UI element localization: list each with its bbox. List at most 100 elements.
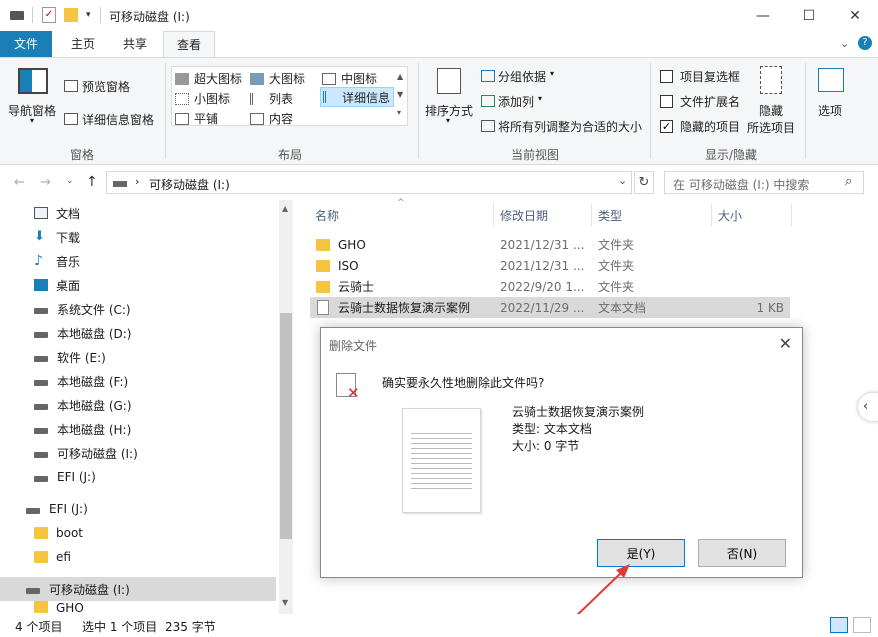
- details-option[interactable]: 详细信息: [320, 87, 394, 107]
- scroll-down-icon[interactable]: ▼: [282, 598, 288, 607]
- size-all-columns-button[interactable]: 将所有列调整为合适的大小: [498, 118, 642, 135]
- help-icon[interactable]: ?: [858, 36, 872, 50]
- no-button[interactable]: 否(N): [698, 539, 786, 567]
- details-pane-button[interactable]: 详细信息窗格: [82, 111, 154, 128]
- nav-section-removable[interactable]: 可移动磁盘 (I:): [0, 577, 276, 601]
- nav-item[interactable]: boot: [0, 521, 276, 545]
- preview-pane-button[interactable]: 预览窗格: [82, 78, 130, 95]
- nav-item[interactable]: ♪ 音乐: [0, 249, 276, 273]
- hide-selected-icon: [760, 66, 782, 94]
- up-arrow-icon[interactable]: ↑: [86, 174, 98, 190]
- nav-item[interactable]: 本地磁盘 (H:): [0, 417, 276, 441]
- column-divider[interactable]: [493, 203, 494, 227]
- checkbox-checked[interactable]: [660, 120, 673, 133]
- nav-item[interactable]: 本地磁盘 (F:): [0, 369, 276, 393]
- back-arrow-icon[interactable]: ←: [14, 175, 25, 190]
- properties-icon[interactable]: ✓: [42, 7, 56, 23]
- details-view-icon[interactable]: [830, 617, 848, 633]
- tab-file[interactable]: 文件: [0, 31, 52, 57]
- column-divider[interactable]: [711, 203, 712, 227]
- file-row[interactable]: ISO 2021/12/31 ... 文件夹: [310, 255, 790, 276]
- layout-scroll[interactable]: ▲ ▼ ▾: [397, 68, 403, 122]
- nav-item[interactable]: 桌面: [0, 273, 276, 297]
- chevron-down-icon: ▾: [538, 94, 543, 103]
- nav-item-label: 本地磁盘 (H:): [57, 422, 132, 437]
- hidden-items-toggle[interactable]: 隐藏的项目: [660, 118, 740, 135]
- options-icon: [818, 68, 844, 92]
- options-button[interactable]: 选项: [818, 102, 842, 119]
- column-divider[interactable]: [791, 203, 792, 227]
- breadcrumb[interactable]: 可移动磁盘 (I:): [149, 176, 230, 193]
- extra-large-icons-option[interactable]: 超大图标: [175, 70, 242, 87]
- side-panel-toggle-icon[interactable]: ‹: [858, 393, 878, 421]
- file-row[interactable]: 云骑士 2022/9/20 1... 文件夹: [310, 276, 790, 297]
- search-icon[interactable]: ⌕: [845, 174, 852, 189]
- tiles-option[interactable]: 平铺: [175, 110, 218, 127]
- address-bar[interactable]: › 可移动磁盘 (I:) ⌄: [106, 171, 632, 194]
- recent-locations-icon[interactable]: ⌄: [66, 176, 74, 186]
- nav-item[interactable]: 本地磁盘 (D:): [0, 321, 276, 345]
- nav-item[interactable]: efi: [0, 545, 276, 569]
- nav-scrollbar[interactable]: ▲ ▼: [279, 200, 293, 614]
- close-button[interactable]: ✕: [832, 0, 878, 31]
- nav-item-label: 桌面: [56, 278, 81, 293]
- forward-arrow-icon[interactable]: →: [40, 175, 51, 190]
- preview-pane-icon: [64, 80, 78, 92]
- group-by-button[interactable]: 分组依据: [498, 68, 546, 85]
- item-checkboxes-toggle[interactable]: 项目复选框: [660, 68, 740, 85]
- nav-item[interactable]: 文档: [0, 201, 276, 225]
- file-name: ISO: [338, 258, 359, 273]
- add-columns-button[interactable]: 添加列: [498, 93, 534, 110]
- collapse-ribbon-icon[interactable]: ⌄: [840, 37, 849, 50]
- address-dropdown-icon[interactable]: ⌄: [618, 174, 627, 187]
- tab-share[interactable]: 共享: [112, 31, 158, 57]
- drive-icon: [34, 379, 48, 386]
- column-header-size[interactable]: 大小: [718, 207, 742, 224]
- medium-icons-option[interactable]: 中图标: [322, 70, 377, 87]
- file-extensions-toggle[interactable]: 文件扩展名: [660, 93, 740, 110]
- minimize-button[interactable]: —: [740, 0, 786, 31]
- search-box[interactable]: 在 可移动磁盘 (I:) 中搜索 ⌕: [664, 171, 864, 194]
- nav-item[interactable]: 系统文件 (C:): [0, 297, 276, 321]
- dialog-close-icon[interactable]: ✕: [779, 334, 792, 353]
- nav-item[interactable]: GHO: [0, 601, 276, 613]
- tab-view[interactable]: 查看: [163, 31, 215, 58]
- file-row[interactable]: 云骑士数据恢复演示案例 2022/11/29 ... 文本文档 1 KB: [310, 297, 790, 318]
- checkbox[interactable]: [660, 95, 673, 108]
- column-header-type[interactable]: 类型: [598, 207, 622, 224]
- nav-item[interactable]: 本地磁盘 (G:): [0, 393, 276, 417]
- nav-item[interactable]: ⬇ 下载: [0, 225, 276, 249]
- column-header-name[interactable]: 名称: [315, 207, 339, 224]
- column-header-date[interactable]: 修改日期: [500, 207, 548, 224]
- image-icon: [250, 72, 264, 85]
- small-icons-option[interactable]: 小图标: [175, 90, 230, 107]
- nav-item[interactable]: EFI (J:): [0, 465, 276, 489]
- scrollbar-thumb[interactable]: [280, 313, 292, 539]
- selection-count: 选中 1 个项目: [82, 620, 158, 634]
- file-type: 文件夹: [598, 238, 635, 252]
- breadcrumb-chevron-icon[interactable]: ›: [135, 175, 139, 188]
- dialog-file-name: 云骑士数据恢复演示案例: [512, 405, 645, 419]
- new-folder-icon[interactable]: [64, 8, 78, 22]
- hide-selected-label-1[interactable]: 隐藏: [759, 102, 783, 119]
- list-option[interactable]: 列表: [250, 90, 293, 107]
- content-option[interactable]: 内容: [250, 110, 293, 127]
- maximize-button[interactable]: ☐: [786, 0, 832, 31]
- large-icons-option[interactable]: 大图标: [250, 70, 305, 87]
- large-icons-view-icon[interactable]: [853, 617, 871, 633]
- refresh-icon[interactable]: ↻: [634, 171, 654, 194]
- quick-access-dropdown-icon[interactable]: ▾: [86, 10, 91, 20]
- nav-item[interactable]: 软件 (E:): [0, 345, 276, 369]
- text-file-icon: [317, 300, 329, 315]
- nav-item-label: 本地磁盘 (G:): [57, 398, 132, 413]
- group-label-layout: 布局: [277, 148, 302, 162]
- tab-home[interactable]: 主页: [60, 31, 106, 57]
- hide-selected-label-2[interactable]: 所选项目: [747, 119, 795, 136]
- column-divider[interactable]: [591, 203, 592, 227]
- nav-item[interactable]: 可移动磁盘 (I:): [0, 441, 276, 465]
- nav-section-efi[interactable]: EFI (J:): [0, 497, 276, 521]
- scroll-up-icon[interactable]: ▲: [282, 204, 288, 213]
- search-input[interactable]: 在 可移动磁盘 (I:) 中搜索: [673, 176, 809, 193]
- file-row[interactable]: GHO 2021/12/31 ... 文件夹: [310, 234, 790, 255]
- checkbox[interactable]: [660, 70, 673, 83]
